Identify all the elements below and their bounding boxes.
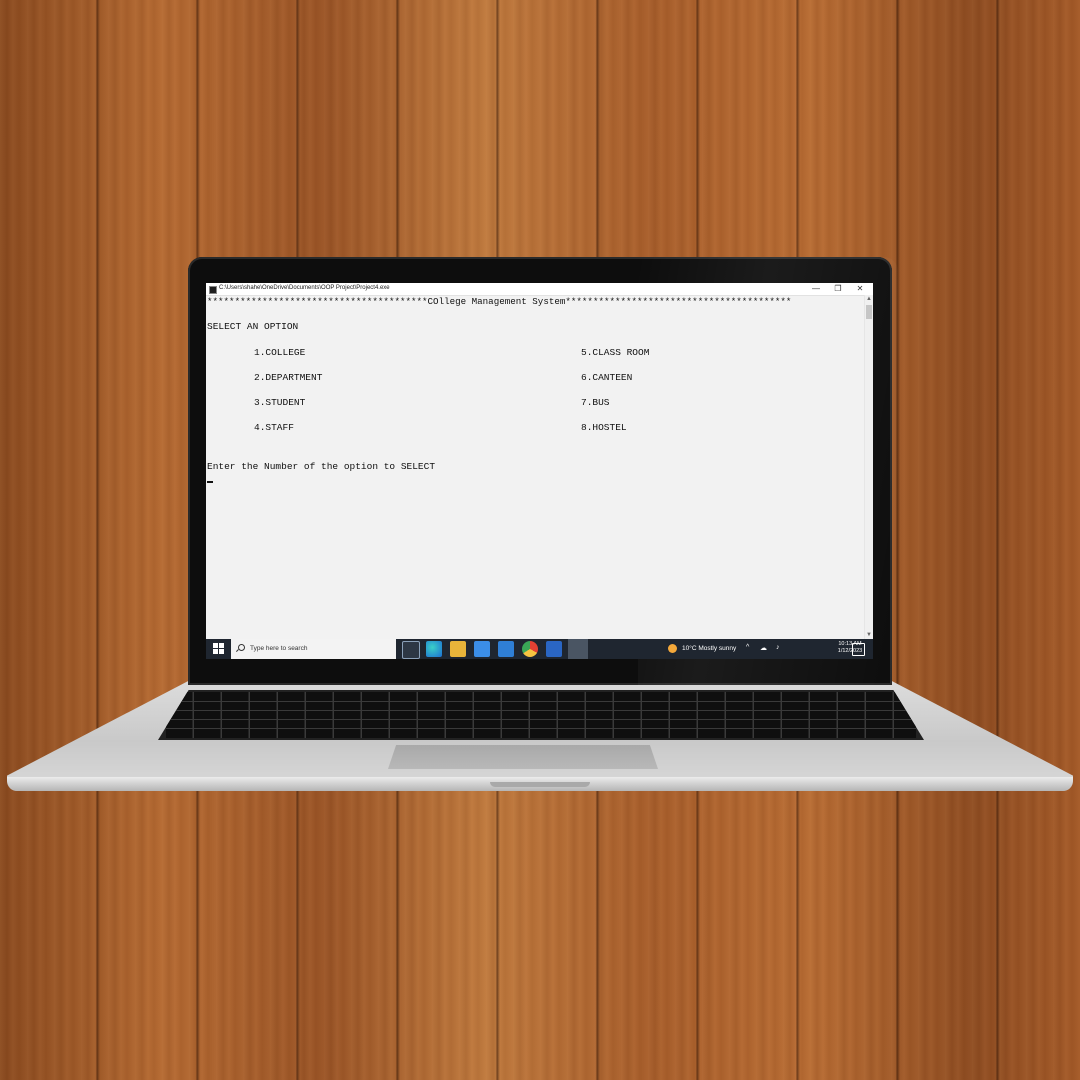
weather-text: 10°C Mostly sunny xyxy=(682,645,737,652)
scroll-thumb[interactable] xyxy=(866,305,872,319)
close-button[interactable]: ✕ xyxy=(849,283,871,295)
chevron-up-icon[interactable]: ^ xyxy=(746,644,749,651)
laptop-keyboard xyxy=(158,690,924,740)
task-view-icon[interactable] xyxy=(402,641,420,659)
console-header: ****************************************… xyxy=(207,296,792,307)
windows-start-icon[interactable] xyxy=(210,639,226,659)
search-icon xyxy=(238,644,245,651)
window-title: C:\Users\shahe\OneDrive\Documents\OOP Pr… xyxy=(219,285,390,291)
enter-number-instruction: Enter the Number of the option to SELECT xyxy=(207,461,436,472)
notification-icon[interactable] xyxy=(852,643,865,656)
sun-icon xyxy=(668,644,677,653)
store-icon[interactable] xyxy=(474,641,490,657)
network-icon[interactable]: ☁ xyxy=(760,644,767,652)
console-output[interactable]: ****************************************… xyxy=(206,296,865,639)
console-scrollbar[interactable]: ▲ ▼ xyxy=(864,295,873,639)
option-hostel: 8.HOSTEL xyxy=(581,422,627,433)
app-active-icon[interactable] xyxy=(568,639,588,659)
key-row-divider xyxy=(166,728,916,729)
laptop-screen: C:\Users\shahe\OneDrive\Documents\OOP Pr… xyxy=(206,283,873,659)
weather-widget[interactable]: 10°C Mostly sunny xyxy=(666,639,746,659)
scroll-down-icon[interactable]: ▼ xyxy=(865,631,873,639)
mail-icon[interactable] xyxy=(498,641,514,657)
edge-icon[interactable] xyxy=(426,641,442,657)
base-notch xyxy=(490,782,590,787)
console-app-icon xyxy=(209,286,217,294)
option-student: 3.STUDENT xyxy=(254,397,306,408)
app-icon[interactable] xyxy=(546,641,562,657)
windows-taskbar: Type here to search 10°C Mostly sunny ^ … xyxy=(206,639,873,659)
file-explorer-icon[interactable] xyxy=(450,641,466,657)
option-staff: 4.STAFF xyxy=(254,422,294,433)
option-college: 1.COLLEGE xyxy=(254,347,306,358)
search-placeholder: Type here to search xyxy=(250,645,308,652)
option-class-room: 5.CLASS ROOM xyxy=(581,347,650,358)
select-option-title: SELECT AN OPTION xyxy=(207,321,299,332)
taskbar-search-input[interactable]: Type here to search xyxy=(231,639,396,659)
key-row-divider xyxy=(166,701,916,702)
volume-icon[interactable]: ♪ xyxy=(776,644,780,651)
console-titlebar: C:\Users\shahe\OneDrive\Documents\OOP Pr… xyxy=(206,283,873,296)
option-bus: 7.BUS xyxy=(581,397,610,408)
maximize-button[interactable]: ❐ xyxy=(827,283,849,295)
option-canteen: 6.CANTEEN xyxy=(581,372,633,383)
text-cursor xyxy=(207,481,213,483)
scroll-up-icon[interactable]: ▲ xyxy=(865,295,873,303)
minimize-button[interactable]: — xyxy=(805,283,827,295)
system-tray[interactable]: ^ ☁ ♪ 10:13 AM 1/12/2023 xyxy=(746,639,862,659)
chrome-icon[interactable] xyxy=(522,641,538,657)
key-row-divider xyxy=(166,719,916,720)
key-grid xyxy=(166,692,916,738)
key-row-divider xyxy=(166,710,916,711)
option-department: 2.DEPARTMENT xyxy=(254,372,323,383)
laptop-trackpad xyxy=(388,745,658,769)
